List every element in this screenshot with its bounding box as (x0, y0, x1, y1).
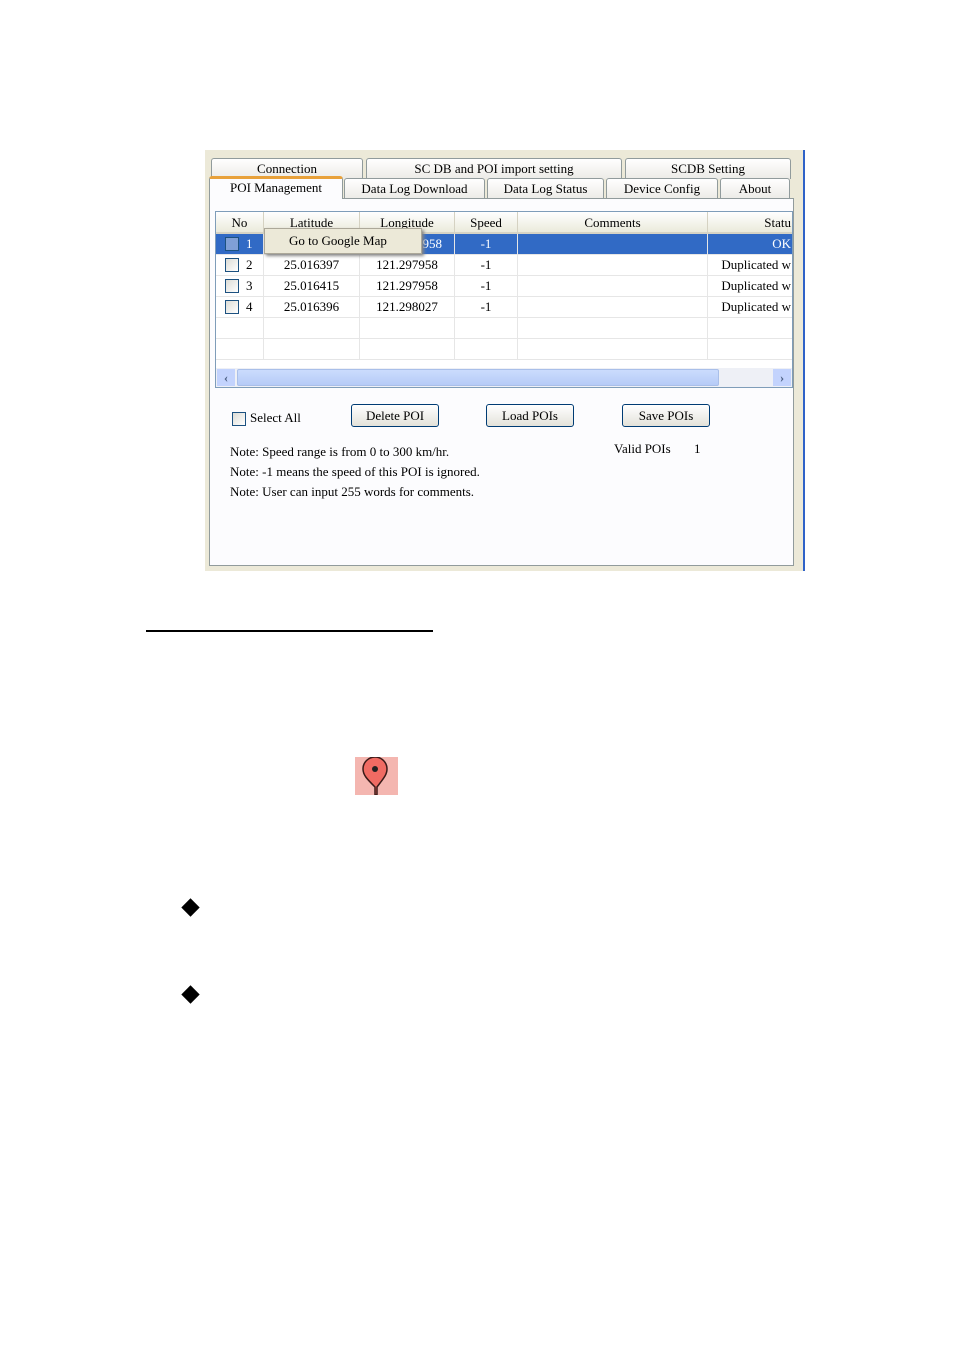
cell-no (216, 339, 264, 359)
cell-longitude: 121.297958 (360, 255, 455, 275)
row-checkbox[interactable] (225, 300, 239, 314)
header-speed[interactable]: Speed (455, 212, 518, 234)
cell-speed: -1 (455, 276, 518, 296)
cell-status: OK (708, 234, 792, 254)
cell-no: 1 (216, 234, 264, 254)
table-row[interactable]: 2 25.016397 121.297958 -1 Duplicated w (216, 255, 792, 276)
cell-latitude (264, 318, 360, 338)
note-comments-limit: Note: User can input 255 words for comme… (230, 484, 475, 499)
cell-no: 2 (216, 255, 264, 275)
cell-speed: -1 (455, 255, 518, 275)
cell-comments (518, 234, 708, 254)
cell-status: Duplicated w (708, 276, 792, 296)
note-speed-ignored: Note: -1 means the speed of this POI is … (230, 464, 480, 479)
cell-latitude: 25.016396 (264, 297, 360, 317)
select-all-checkbox[interactable] (232, 412, 246, 426)
load-pois-button[interactable]: Load POIs (486, 404, 574, 427)
horizontal-scrollbar[interactable]: ‹ › (216, 368, 792, 387)
cell-latitude (264, 339, 360, 359)
cell-no: 3 (216, 276, 264, 296)
header-comments[interactable]: Comments (518, 212, 708, 234)
cell-status (708, 318, 792, 338)
tab-data-log-download[interactable]: Data Log Download (344, 178, 485, 199)
scroll-right-icon[interactable]: › (773, 369, 791, 386)
cell-longitude (360, 318, 455, 338)
row-checkbox[interactable] (225, 258, 239, 272)
tab-sc-db-poi-import[interactable]: SC DB and POI import setting (366, 158, 622, 179)
map-pin-icon (355, 756, 398, 796)
cell-comments (518, 339, 708, 359)
diamond-bullet-icon (181, 985, 200, 1004)
empty-row (216, 339, 792, 360)
row-checkbox[interactable] (225, 279, 239, 293)
poi-management-window: Connection SC DB and POI import setting … (205, 150, 805, 571)
table-row[interactable]: 4 25.016396 121.298027 -1 Duplicated w (216, 297, 792, 318)
select-all-label: Select All (250, 410, 301, 425)
cell-speed: -1 (455, 297, 518, 317)
valid-pois-label: Valid POIs (614, 441, 671, 456)
cell-latitude: 25.016415 (264, 276, 360, 296)
cell-status (708, 339, 792, 359)
context-menu-go-to-google-map[interactable]: Go to Google Map (264, 228, 422, 254)
tab-panel: No Latitude Longitude Speed Comments Sta… (209, 198, 794, 566)
cell-speed (455, 318, 518, 338)
scrollbar-thumb[interactable] (237, 369, 719, 386)
tab-poi-management[interactable]: POI Management (209, 176, 343, 199)
cell-comments (518, 276, 708, 296)
cell-status: Duplicated w (708, 297, 792, 317)
header-status[interactable]: Statu (708, 212, 792, 234)
row-checkbox[interactable] (225, 237, 239, 251)
tab-about[interactable]: About (720, 178, 790, 199)
cell-longitude (360, 339, 455, 359)
delete-poi-button[interactable]: Delete POI (351, 404, 439, 427)
note-speed-range: Note: Speed range is from 0 to 300 km/hr… (230, 444, 450, 459)
valid-pois-count: 1 (694, 441, 701, 456)
cell-status: Duplicated w (708, 255, 792, 275)
cell-latitude: 25.016397 (264, 255, 360, 275)
header-no[interactable]: No (216, 212, 264, 234)
cell-speed (455, 339, 518, 359)
tab-data-log-status[interactable]: Data Log Status (487, 178, 604, 199)
cell-speed: -1 (455, 234, 518, 254)
cell-no (216, 318, 264, 338)
cell-comments (518, 318, 708, 338)
tab-scdb-setting[interactable]: SCDB Setting (625, 158, 791, 179)
scroll-left-icon[interactable]: ‹ (217, 369, 235, 386)
underline-divider (146, 630, 433, 632)
empty-row (216, 318, 792, 339)
cell-no: 4 (216, 297, 264, 317)
save-pois-button[interactable]: Save POIs (622, 404, 710, 427)
table-row[interactable]: 3 25.016415 121.297958 -1 Duplicated w (216, 276, 792, 297)
diamond-bullet-icon (181, 898, 200, 917)
cell-longitude: 121.297958 (360, 276, 455, 296)
cell-longitude: 121.298027 (360, 297, 455, 317)
cell-comments (518, 255, 708, 275)
cell-comments (518, 297, 708, 317)
tab-device-config[interactable]: Device Config (606, 178, 718, 199)
